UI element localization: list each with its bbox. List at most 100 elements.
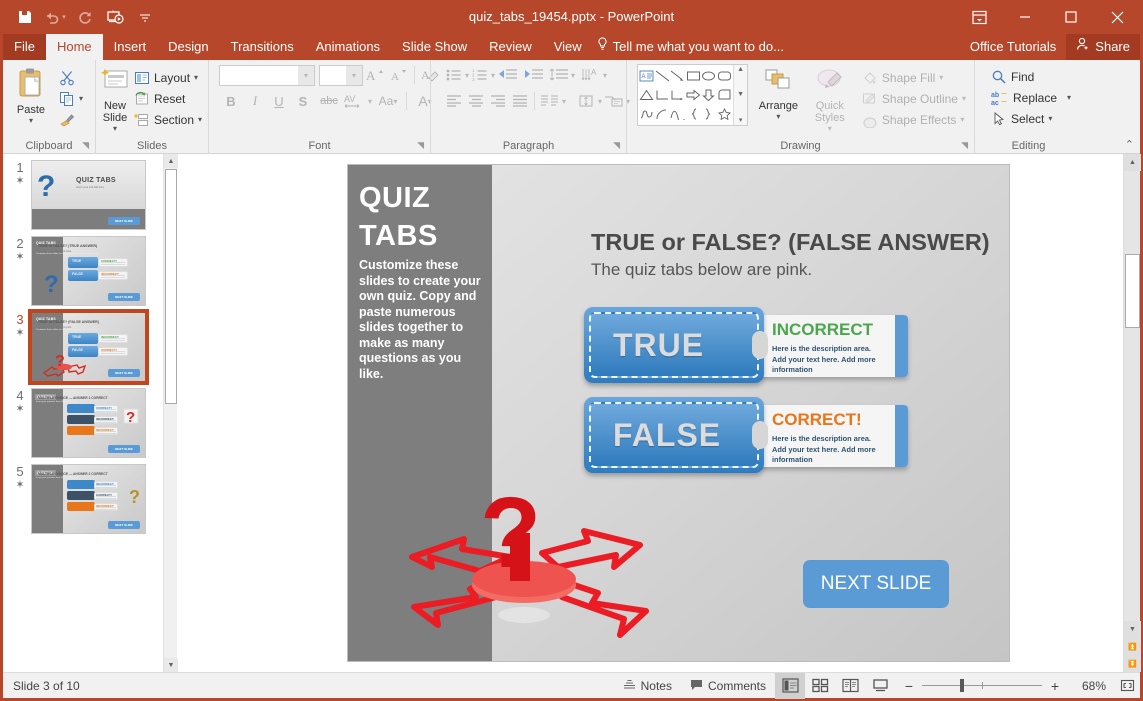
tab-label-true[interactable]: TRUE: [584, 307, 764, 383]
align-center-button[interactable]: [465, 90, 487, 112]
tab-transitions[interactable]: Transitions: [220, 34, 305, 60]
paragraph-dialog-launcher[interactable]: ◥: [613, 137, 620, 153]
clipboard-dialog-launcher[interactable]: ◥: [82, 137, 89, 153]
shape-oval-icon[interactable]: [701, 66, 717, 85]
zoom-control[interactable]: − + 68%: [895, 678, 1114, 694]
slide-sorter-view-button[interactable]: [805, 673, 835, 699]
arrange-button[interactable]: Arrange ▾: [755, 64, 802, 121]
slide-thumbnail[interactable]: ? QUIZ TABS Insert your sub-title here N…: [31, 160, 146, 230]
share-button[interactable]: Share: [1066, 34, 1140, 60]
collapse-ribbon-icon[interactable]: ⌃: [1125, 138, 1134, 151]
close-icon[interactable]: [1094, 0, 1140, 34]
page-title[interactable]: TRUE or FALSE? (FALSE ANSWER): [591, 229, 990, 256]
list-item[interactable]: 4 ✶ QUESTION Insert your question here. …: [3, 382, 163, 458]
scrollbar-thumb[interactable]: [165, 169, 177, 404]
shape-rectangle-icon[interactable]: [686, 66, 702, 85]
font-size-input[interactable]: ▾: [319, 64, 363, 86]
scroll-down-icon[interactable]: ▼: [1124, 621, 1141, 638]
fit-to-window-button[interactable]: [1114, 673, 1140, 699]
undo-icon[interactable]: ▾: [41, 3, 69, 31]
shape-flowchart-icon[interactable]: [717, 85, 733, 104]
customize-qat-icon[interactable]: [131, 3, 159, 31]
shape-arrow-icon[interactable]: [670, 66, 686, 85]
tab-file[interactable]: File: [3, 34, 46, 60]
slide-editing-surface[interactable]: QUIZ TABS Customize these slides to crea…: [348, 165, 1009, 661]
slide-thumbnail[interactable]: QUIZ TABS Customize these slides to crea…: [31, 236, 146, 306]
reset-button[interactable]: Reset: [130, 88, 206, 109]
previous-slide-icon[interactable]: ⏫: [1124, 638, 1141, 655]
shape-outline-chevron-down-icon[interactable]: ▾: [962, 94, 966, 103]
shapes-scroll-up-icon[interactable]: ▲: [737, 66, 744, 73]
tab-review[interactable]: Review: [478, 34, 543, 60]
columns-button[interactable]: [538, 90, 562, 112]
align-left-button[interactable]: [443, 90, 465, 112]
replace-chevron-down-icon[interactable]: ▾: [1067, 93, 1071, 102]
scrollbar-thumb[interactable]: [1125, 254, 1140, 328]
quick-styles-chevron-down-icon[interactable]: ▾: [828, 124, 832, 133]
tell-me-search[interactable]: Tell me what you want to do...: [593, 34, 792, 60]
minimize-icon[interactable]: [1002, 0, 1048, 34]
replace-button[interactable]: ab ac Replace ▾: [987, 87, 1075, 108]
text-direction-button[interactable]: A: [579, 64, 603, 86]
shape-fill-button[interactable]: Shape Fill ▾: [858, 67, 970, 88]
cut-button[interactable]: [55, 67, 87, 88]
shape-rounded-rectangle-icon[interactable]: [717, 66, 733, 85]
increase-indent-button[interactable]: [521, 64, 547, 86]
align-right-button[interactable]: [487, 90, 509, 112]
shape-effects-button[interactable]: Shape Effects ▾: [858, 109, 970, 130]
zoom-slider[interactable]: [922, 679, 1042, 692]
zoom-out-button[interactable]: −: [903, 678, 915, 694]
slide-indicator[interactable]: Slide 3 of 10: [3, 679, 80, 693]
slide-sidebar-text[interactable]: QUIZ TABS Customize these slides to crea…: [359, 179, 487, 382]
slide-thumbnail-pane[interactable]: 1 ✶ ? QUIZ TABS Insert your sub-title he…: [3, 154, 163, 672]
scroll-down-icon[interactable]: ▼: [164, 658, 178, 672]
decrease-font-size-button[interactable]: A: [387, 64, 411, 86]
shape-effects-chevron-down-icon[interactable]: ▾: [960, 115, 964, 124]
copy-chevron-down-icon[interactable]: ▾: [79, 94, 83, 103]
format-painter-button[interactable]: [55, 109, 87, 130]
select-chevron-down-icon[interactable]: ▾: [1048, 114, 1052, 123]
shape-left-brace-icon[interactable]: [686, 105, 702, 124]
line-spacing-chevron-down-icon[interactable]: ▾: [571, 71, 575, 80]
question-mark-arrows-graphic[interactable]: ?: [392, 475, 662, 650]
redo-icon[interactable]: [71, 3, 99, 31]
strikethrough-button[interactable]: abc: [315, 90, 343, 112]
next-slide-icon[interactable]: ⏬: [1124, 655, 1141, 672]
arrange-chevron-down-icon[interactable]: ▾: [776, 112, 780, 121]
justify-button[interactable]: [509, 90, 531, 112]
quiz-tab-true[interactable]: INCORRECT Here is the description area. …: [584, 307, 914, 397]
zoom-slider-handle[interactable]: [960, 679, 964, 692]
bold-button[interactable]: B: [219, 90, 243, 112]
shape-right-brace-icon[interactable]: [701, 105, 717, 124]
slide-thumbnail[interactable]: QUESTION Insert your question here. Repl…: [31, 388, 146, 458]
tab-home[interactable]: Home: [45, 34, 103, 60]
tab-slide-show[interactable]: Slide Show: [391, 34, 478, 60]
thumbnail-pane-scrollbar[interactable]: ▲ ▼: [163, 154, 178, 672]
tab-label-false[interactable]: FALSE: [584, 397, 764, 473]
tab-insert[interactable]: Insert: [103, 34, 158, 60]
line-spacing-button[interactable]: [547, 64, 571, 86]
italic-button[interactable]: I: [243, 90, 267, 112]
answer-card-true[interactable]: INCORRECT Here is the description area. …: [760, 315, 908, 377]
shape-right-arrow-icon[interactable]: [686, 85, 702, 104]
smartart-button[interactable]: [602, 90, 626, 112]
shape-line-icon[interactable]: [655, 66, 671, 85]
comments-button[interactable]: Comments: [681, 673, 775, 699]
quick-styles-button[interactable]: Quick Styles ▾: [806, 64, 854, 133]
change-case-button[interactable]: Aa ▾: [373, 90, 403, 112]
character-spacing-button[interactable]: AV ▾: [343, 90, 373, 112]
save-icon[interactable]: [11, 3, 39, 31]
shape-down-arrow-icon[interactable]: [701, 85, 717, 104]
tab-view[interactable]: View: [543, 34, 593, 60]
office-tutorials-link[interactable]: Office Tutorials: [960, 34, 1066, 60]
paste-chevron-down-icon[interactable]: ▾: [29, 116, 33, 125]
notes-button[interactable]: Notes: [614, 673, 681, 699]
start-presentation-icon[interactable]: [101, 3, 129, 31]
shape-outline-button[interactable]: Shape Outline ▾: [858, 88, 970, 109]
tab-animations[interactable]: Animations: [305, 34, 391, 60]
shape-triangle-icon[interactable]: [639, 85, 655, 104]
paste-button[interactable]: Paste ▾: [7, 64, 55, 125]
font-dialog-launcher[interactable]: ◥: [417, 137, 424, 153]
list-item[interactable]: 1 ✶ ? QUIZ TABS Insert your sub-title he…: [3, 154, 163, 230]
align-text-button[interactable]: [574, 90, 598, 112]
